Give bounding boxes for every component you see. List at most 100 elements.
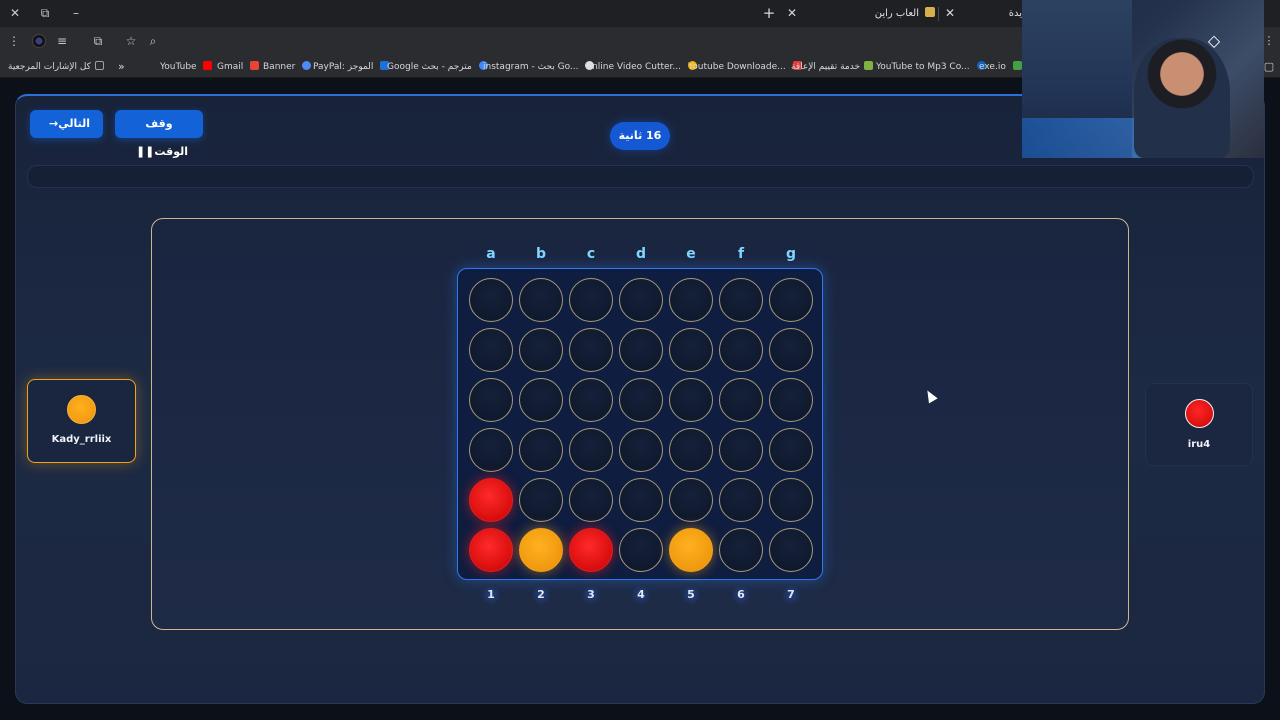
empty-slot[interactable] bbox=[769, 478, 813, 522]
extensions-icon[interactable]: ⧉ bbox=[89, 32, 107, 50]
side-panel-icon[interactable]: ▢ bbox=[1262, 60, 1276, 74]
empty-slot[interactable] bbox=[569, 328, 613, 372]
folder-icon bbox=[94, 61, 104, 70]
red-disc[interactable] bbox=[469, 528, 513, 572]
banner-icon bbox=[302, 61, 312, 70]
empty-slot[interactable] bbox=[719, 528, 763, 572]
media-queue-icon[interactable]: ≡ bbox=[53, 32, 71, 50]
arrow-right-icon: → bbox=[49, 117, 59, 130]
bookmark-exe-io[interactable]: exe.io bbox=[979, 60, 1022, 74]
empty-slot[interactable] bbox=[769, 428, 813, 472]
empty-slot[interactable] bbox=[519, 378, 563, 422]
column-number-1[interactable]: 1 bbox=[481, 585, 501, 605]
bookmark-star-icon[interactable]: ☆ bbox=[122, 32, 140, 50]
column-number-3[interactable]: 3 bbox=[581, 585, 601, 605]
empty-slot[interactable] bbox=[469, 328, 513, 372]
time-progress-bar bbox=[27, 165, 1254, 188]
empty-slot[interactable] bbox=[719, 278, 763, 322]
empty-slot[interactable] bbox=[569, 278, 613, 322]
service-icon bbox=[864, 61, 874, 70]
orange-disc[interactable] bbox=[669, 528, 713, 572]
column-letter-b: b bbox=[535, 246, 547, 262]
empty-slot[interactable] bbox=[569, 478, 613, 522]
pause-icon: ❚❚ bbox=[135, 145, 155, 158]
bookmark-paypal[interactable]: PayPal: الموجز bbox=[313, 60, 390, 74]
profile-avatar[interactable] bbox=[32, 34, 46, 48]
empty-slot[interactable] bbox=[769, 378, 813, 422]
bookmark-youtube-mp3[interactable]: YouTube to Mp3 Co... bbox=[876, 60, 986, 74]
empty-slot[interactable] bbox=[569, 378, 613, 422]
empty-slot[interactable] bbox=[769, 528, 813, 572]
bookmark-video-cutter[interactable]: Online Video Cutter... bbox=[585, 60, 697, 74]
window-minimize-icon[interactable]: – bbox=[66, 4, 86, 22]
empty-slot[interactable] bbox=[719, 478, 763, 522]
bookmark-disability-service[interactable]: خدمة تقييم الإعاقة bbox=[791, 60, 874, 74]
column-letter-e: e bbox=[686, 246, 696, 262]
player-card-left: Kady_rrliix bbox=[27, 379, 136, 463]
gmail-icon bbox=[250, 61, 260, 70]
empty-slot[interactable] bbox=[669, 478, 713, 522]
player-card-right: iru4 bbox=[1145, 383, 1253, 466]
bookmark-all-folder[interactable]: كل الإشارات المرجعية bbox=[8, 60, 104, 74]
empty-slot[interactable] bbox=[669, 378, 713, 422]
empty-slot[interactable] bbox=[619, 278, 663, 322]
empty-slot[interactable] bbox=[519, 278, 563, 322]
empty-slot[interactable] bbox=[569, 428, 613, 472]
red-disc[interactable] bbox=[569, 528, 613, 572]
bookmark-instagram-search[interactable]: instagram - بحث Go... bbox=[483, 60, 595, 74]
column-number-6[interactable]: 6 bbox=[731, 585, 751, 605]
empty-slot[interactable] bbox=[619, 428, 663, 472]
empty-slot[interactable] bbox=[619, 378, 663, 422]
player-name-right: iru4 bbox=[1187, 439, 1211, 450]
webcam-overlay: ◇ bbox=[1022, 0, 1264, 158]
empty-slot[interactable] bbox=[519, 328, 563, 372]
tab-close-icon[interactable]: ✕ bbox=[783, 4, 801, 22]
red-disc[interactable] bbox=[469, 478, 513, 522]
bookmark-overflow-button[interactable]: » bbox=[118, 60, 125, 74]
orange-disc[interactable] bbox=[519, 528, 563, 572]
empty-slot[interactable] bbox=[469, 378, 513, 422]
column-number-5[interactable]: 5 bbox=[681, 585, 701, 605]
empty-slot[interactable] bbox=[519, 428, 563, 472]
bookmark-youtube[interactable]: YouTube bbox=[160, 60, 213, 74]
kebab-menu-icon[interactable]: ⋮ bbox=[5, 32, 23, 50]
tab-second[interactable]: يدة bbox=[1000, 2, 1022, 26]
pause-time-button[interactable]: وقف الوقت❚❚ bbox=[115, 110, 203, 158]
empty-slot[interactable] bbox=[619, 528, 663, 572]
tab-arcade[interactable]: العاب راين bbox=[815, 2, 935, 26]
column-number-2[interactable]: 2 bbox=[531, 585, 551, 605]
empty-slot[interactable] bbox=[669, 278, 713, 322]
window-close-icon[interactable]: ✕ bbox=[5, 4, 25, 22]
tab-title: يدة bbox=[1008, 8, 1022, 19]
bookmark-gmail[interactable]: Gmail bbox=[217, 60, 260, 74]
empty-slot[interactable] bbox=[719, 428, 763, 472]
empty-slot[interactable] bbox=[669, 328, 713, 372]
empty-slot[interactable] bbox=[769, 328, 813, 372]
empty-slot[interactable] bbox=[719, 378, 763, 422]
tab-divider bbox=[938, 7, 939, 21]
column-number-4[interactable]: 4 bbox=[631, 585, 651, 605]
tab-close-icon[interactable]: ✕ bbox=[941, 4, 959, 22]
column-letter-f: f bbox=[737, 246, 745, 262]
side-menu-icon[interactable]: ⋮ bbox=[1262, 34, 1276, 48]
webcam-person bbox=[1134, 38, 1230, 158]
empty-slot[interactable] bbox=[469, 278, 513, 322]
column-number-7[interactable]: 7 bbox=[781, 585, 801, 605]
empty-slot[interactable] bbox=[469, 428, 513, 472]
empty-slot[interactable] bbox=[669, 428, 713, 472]
empty-slot[interactable] bbox=[519, 478, 563, 522]
empty-slot[interactable] bbox=[619, 328, 663, 372]
webcam-led-light bbox=[1022, 118, 1152, 158]
bookmark-banner[interactable]: Banner bbox=[263, 60, 312, 74]
bookmark-youtube-downloader[interactable]: Youtube Downloade... bbox=[688, 60, 802, 74]
column-letter-a: a bbox=[486, 246, 496, 262]
window-maximize-icon[interactable]: ⧉ bbox=[35, 4, 55, 22]
empty-slot[interactable] bbox=[769, 278, 813, 322]
zoom-icon[interactable]: ⌕ bbox=[144, 32, 162, 50]
empty-slot[interactable] bbox=[619, 478, 663, 522]
bookmark-google-translate[interactable]: Google مترجم - بحث bbox=[387, 60, 488, 74]
new-tab-button[interactable]: + bbox=[760, 4, 778, 22]
youtube-icon bbox=[203, 61, 213, 70]
next-button[interactable]: التالي→ bbox=[30, 110, 103, 138]
empty-slot[interactable] bbox=[719, 328, 763, 372]
